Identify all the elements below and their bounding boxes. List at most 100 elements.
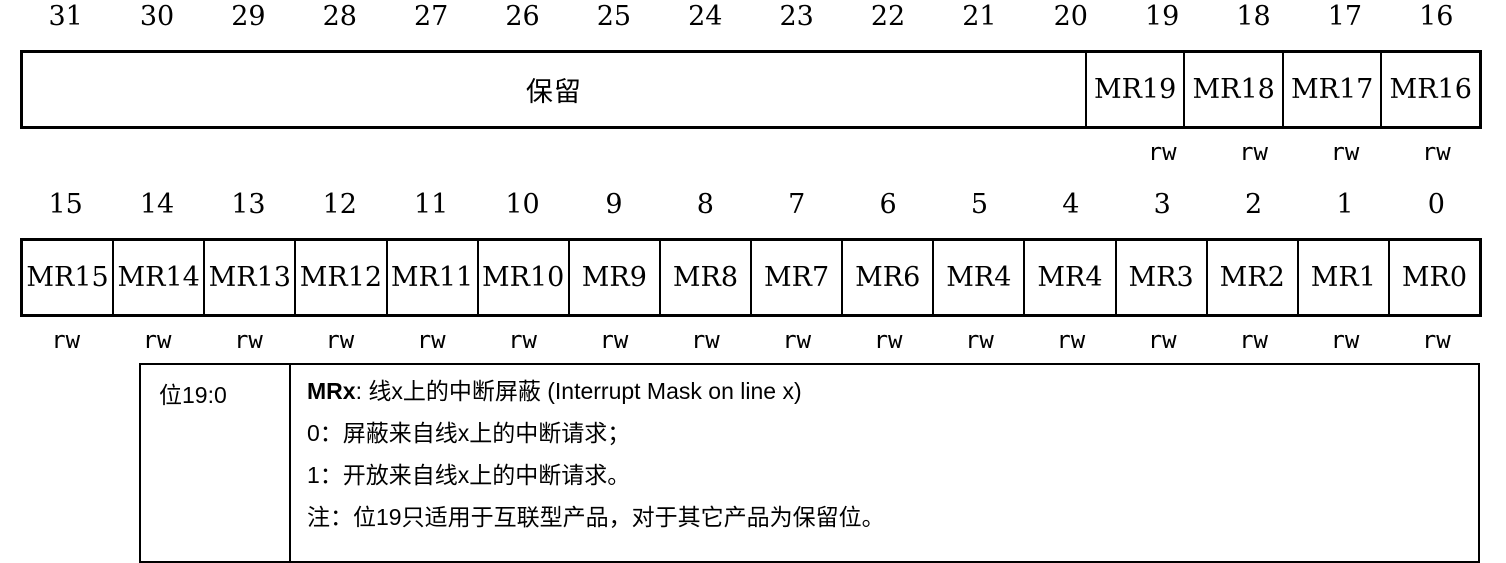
description-table: 位19:0 MRx: 线x上的中断屏蔽 (Interrupt Mask on l… [139,363,1480,563]
access-label: rw [1421,326,1451,354]
bit-number: 5 [970,189,989,220]
field-name: MRx [307,378,356,404]
register-field-cell: MR9 [567,241,659,314]
bit-number: 29 [231,1,266,32]
description-body: MRx: 线x上的中断屏蔽 (Interrupt Mask on line x)… [291,365,1478,561]
register-field-cell: MR2 [1205,241,1297,314]
bit-number: 22 [870,1,906,32]
bit-number: 0 [1427,189,1445,220]
register-field-cell: MR14 [112,241,203,314]
description-note: 注：位19只适用于互联型产品，对于其它产品为保留位。 [307,504,885,530]
register-low-row: MR15 MR14 MR13 MR12 MR11 MR10 MR9 MR8 MR7 MR6 MR4 M… [20,238,1482,317]
bit-number: 24 [688,1,723,32]
access-label [660,138,751,166]
access-label [934,138,1025,166]
register-field-cell: MR16 [1380,53,1479,126]
access-label [20,138,111,166]
bit-number: 26 [505,1,540,32]
access-label [386,138,477,166]
bit-number: 16 [1419,1,1454,32]
access-label: rw [1421,138,1451,166]
bit-number: 30 [139,1,175,32]
bit-number: 31 [48,1,83,32]
register-field-cell: MR12 [294,241,385,314]
access-label [842,138,933,166]
register-field-cell: MR0 [1387,241,1479,314]
description-line-0: 0：屏蔽来自线x上的中断请求； [307,420,631,446]
access-label [751,138,842,166]
field-title: : 线x上的中断屏蔽 (Interrupt Mask on line x) [355,378,802,404]
register-field-cell: MR11 [385,241,477,314]
access-label [568,138,659,166]
register-field-cell: MR17 [1281,53,1381,126]
access-label [1025,138,1116,166]
bit-number: 25 [596,1,632,32]
access-label [203,138,294,166]
bit-number: 10 [505,189,540,220]
access-label: rw [690,326,720,354]
register-field-cell: MR8 [658,241,750,314]
access-label: rw [325,326,355,354]
access-label: rw [1147,326,1177,354]
bit-numbers-low: 15 14 13 12 11 10 9 8 7 6 5 4 3 2 1 0 [20,190,1482,220]
bit-number: 1 [1336,189,1354,220]
access-label: rw [1239,326,1269,354]
access-label: rw [1239,138,1269,166]
access-row-high: rw rw rw rw [20,138,1482,166]
bit-number: 12 [322,189,357,220]
register-field-cell: MR4 [932,241,1023,314]
bit-number: 18 [1236,1,1271,32]
bit-number: 27 [414,1,449,32]
register-field-cell: MR10 [476,241,568,314]
bit-number: 2 [1244,189,1263,220]
bit-number: 19 [1145,1,1180,32]
access-label: rw [599,326,629,354]
reserved-field: 保留 [525,77,582,108]
register-field-cell: MR15 [26,262,109,293]
description-line-1: 1：开放来自线x上的中断请求。 [307,462,631,488]
register-field-cell: MR18 [1183,53,1282,126]
bit-number: 17 [1327,1,1363,32]
access-label: rw [1056,326,1086,354]
access-label: rw [873,326,903,354]
register-field-cell: MR1 [1296,241,1388,314]
bit-number: 9 [605,189,623,220]
bit-number: 8 [696,189,714,220]
register-field-cell: MR7 [750,241,841,314]
access-label: rw [508,326,538,354]
access-label [477,138,568,166]
bit-numbers-high: 31 30 29 28 27 26 25 24 23 22 21 20 19 18 17 16 [20,2,1482,32]
bit-number: 28 [322,1,357,32]
access-label: rw [782,326,812,354]
access-row-low: rw rw rw rw rw rw rw rw rw rw rw rw rw rw rw rw [20,326,1482,354]
bit-number: 13 [231,189,266,220]
description-title: MRx: 线x上的中断屏蔽 (Interrupt Mask on line x) [307,376,1478,406]
bit-number: 6 [879,189,897,220]
bit-number: 23 [779,1,814,32]
access-label: rw [51,326,81,354]
register-field-cell: MR3 [1114,241,1206,314]
access-label [294,138,385,166]
register-field-cell: MR13 [203,241,294,314]
description-bits: 位19:0 [141,365,291,561]
register-field-cell: MR6 [841,241,932,314]
register-field-cell: MR19 [1084,53,1184,126]
access-label: rw [1330,138,1360,166]
access-label: rw [416,326,446,354]
bit-number: 14 [139,189,175,220]
access-label: rw [964,326,994,354]
access-label: rw [1147,138,1177,166]
access-label: rw [142,326,172,354]
access-label [111,138,202,166]
access-label: rw [233,326,263,354]
bit-number: 15 [48,189,83,220]
bit-number: 3 [1153,189,1171,220]
access-label: rw [1330,326,1360,354]
bit-number: 21 [962,1,997,32]
bit-number: 4 [1062,189,1080,220]
bit-number: 7 [788,189,806,220]
bit-number: 20 [1053,1,1088,32]
register-high-row: 保留 MR19 MR18 MR17 MR16 [20,50,1482,129]
register-field-cell: MR4 [1023,241,1114,314]
bit-number: 11 [414,189,449,220]
